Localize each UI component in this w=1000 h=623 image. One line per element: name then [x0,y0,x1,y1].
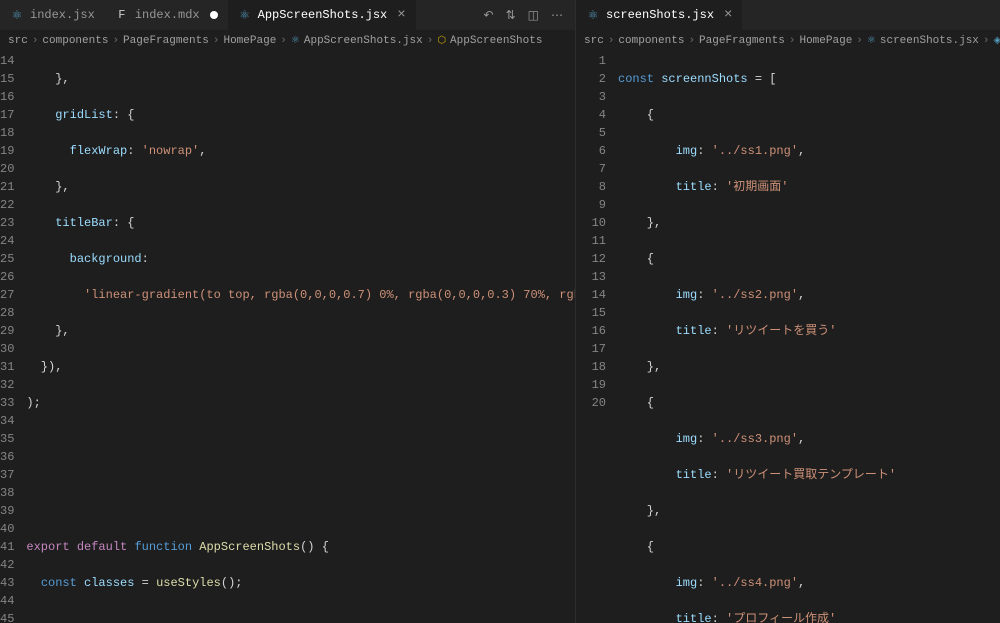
breadcrumb-item[interactable]: PageFragments [123,35,209,47]
tab-index-mdx[interactable]: F index.mdx [105,0,228,30]
variable-icon: ◈ [994,35,1000,47]
breadcrumb-item[interactable]: HomePage [799,35,852,47]
tab-actions: ↶ ⇅ ◫ ⋯ [484,8,575,23]
editor-pane-left: ⚛ index.jsx F index.mdx ⚛ AppScreenShots… [0,0,576,623]
breadcrumb-item[interactable]: PageFragments [699,35,785,47]
breadcrumb: src› components› PageFragments› HomePage… [0,30,575,52]
line-gutter: 1234567891011121314151617181920 [576,52,618,623]
breadcrumb-item[interactable]: HomePage [223,35,276,47]
more-icon[interactable]: ⋯ [551,8,563,23]
line-gutter: 1415161718192021222324252627282930313233… [0,52,26,623]
react-icon: ⚛ [291,35,300,47]
close-icon[interactable]: × [724,7,732,23]
react-icon: ⚛ [10,8,24,22]
split-icon[interactable]: ◫ [528,8,539,23]
tab-appscreenshots-jsx[interactable]: ⚛ AppScreenShots.jsx × [228,0,416,30]
code-editor-right[interactable]: 1234567891011121314151617181920 const sc… [576,52,1000,623]
function-icon: ⬡ [437,35,446,47]
code-content[interactable]: }, gridList: { flexWrap: 'nowrap', }, ti… [26,52,575,623]
go-back-icon[interactable]: ↶ [484,8,494,23]
tab-bar-right: ⚛ screenShots.jsx × [576,0,1000,30]
diff-icon[interactable]: ⇅ [506,8,516,23]
breadcrumb-item[interactable]: screenShots.jsx [880,35,979,47]
code-content[interactable]: const screennShots = [ { img: '../ss1.pn… [618,52,1000,623]
dirty-indicator-icon [210,11,218,19]
breadcrumb-item[interactable]: components [618,35,684,47]
tab-bar-left: ⚛ index.jsx F index.mdx ⚛ AppScreenShots… [0,0,575,30]
react-icon: ⚛ [238,8,252,22]
tab-index-jsx[interactable]: ⚛ index.jsx [0,0,105,30]
breadcrumb-item[interactable]: AppScreenShots [450,35,542,47]
tab-label: AppScreenShots.jsx [258,8,388,22]
tab-screenshots-jsx[interactable]: ⚛ screenShots.jsx × [576,0,742,30]
editor-pane-right: ⚛ screenShots.jsx × src› components› Pag… [576,0,1000,623]
file-icon: F [115,8,129,22]
close-icon[interactable]: × [397,7,405,23]
breadcrumb-item[interactable]: src [584,35,604,47]
react-icon: ⚛ [867,35,876,47]
tab-label: index.mdx [135,8,200,22]
breadcrumb: src› components› PageFragments› HomePage… [576,30,1000,52]
tab-label: screenShots.jsx [606,8,714,22]
breadcrumb-item[interactable]: src [8,35,28,47]
breadcrumb-item[interactable]: AppScreenShots.jsx [304,35,423,47]
react-icon: ⚛ [586,8,600,22]
code-editor-left[interactable]: 1415161718192021222324252627282930313233… [0,52,575,623]
breadcrumb-item[interactable]: components [42,35,108,47]
tab-label: index.jsx [30,8,95,22]
